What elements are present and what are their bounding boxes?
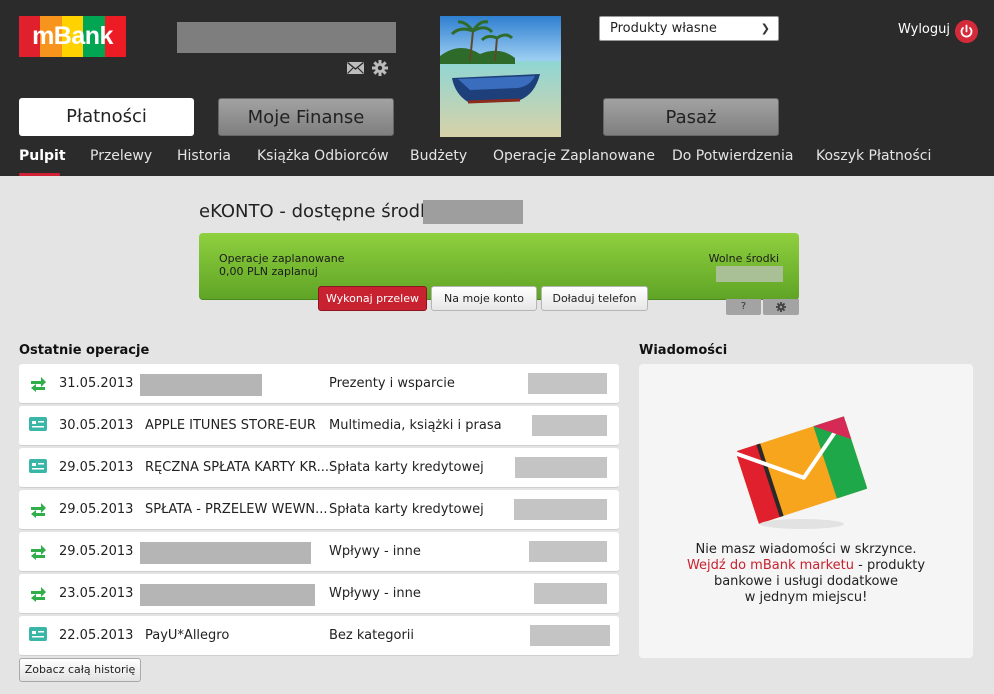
operation-amount-redacted — [530, 625, 610, 646]
operation-row[interactable]: 30.05.2013 APPLE ITUNES STORE-EUR Multim… — [19, 406, 619, 446]
operation-amount-redacted — [532, 415, 607, 436]
product-select-value: Produkty własne — [610, 21, 717, 36]
subnav-przelewy[interactable]: Przelewy — [90, 148, 152, 164]
operation-row[interactable]: 31.05.2013 Prezenty i wsparcie — [19, 364, 619, 404]
operation-date: 22.05.2013 — [59, 628, 134, 643]
beach-boat-photo — [440, 16, 561, 137]
subnav-historia[interactable]: Historia — [177, 148, 231, 164]
own-account-button[interactable]: Na moje konto — [431, 286, 537, 311]
planned-operations-label: Operacje zaplanowane — [219, 252, 345, 265]
operation-category: Spłata karty kredytowej — [329, 502, 484, 517]
logo-text: mBank — [32, 22, 113, 50]
subnav-koszyk-platnosci[interactable]: Koszyk Płatności — [816, 148, 931, 164]
subnav-pulpit[interactable]: Pulpit — [19, 148, 66, 164]
operation-category: Spłata karty kredytowej — [329, 460, 484, 475]
gear-icon[interactable] — [372, 60, 388, 76]
planned-operations-value[interactable]: 0,00 PLN zaplanuj — [219, 265, 318, 278]
chevron-down-icon: ❯ — [760, 22, 770, 35]
operation-date: 29.05.2013 — [59, 544, 134, 559]
operation-row[interactable]: 29.05.2013 SPŁATA - PRZELEW WEWN... Spła… — [19, 490, 619, 530]
messages-panel: Nie masz wiadomości w skrzynce. Wejdź do… — [639, 364, 973, 658]
tab-pasaz[interactable]: Pasaż — [603, 98, 779, 136]
operation-date: 31.05.2013 — [59, 376, 134, 391]
power-icon[interactable] — [955, 20, 978, 43]
card-icon — [29, 459, 47, 473]
no-messages-line-1: Nie masz wiadomości w skrzynce. — [695, 542, 917, 557]
mbank-market-link[interactable]: Wejdź do mBank marketu — [687, 558, 854, 573]
operation-date: 29.05.2013 — [59, 460, 134, 475]
phone-topup-button[interactable]: Doładuj telefon — [541, 286, 648, 311]
operation-category: Prezenty i wsparcie — [329, 376, 455, 391]
subnav-budzety[interactable]: Budżety — [410, 148, 467, 164]
operation-date: 30.05.2013 — [59, 418, 134, 433]
help-button[interactable]: ? — [726, 299, 761, 315]
operation-description-redacted — [140, 584, 315, 606]
no-messages-text: Nie masz wiadomości w skrzynce. Wejdź do… — [639, 542, 973, 606]
header: mBank Produkty własne ❯ Wyloguj Płatnośc… — [0, 0, 994, 176]
transfer-arrows-icon — [31, 545, 46, 560]
no-messages-line-4: w jednym miejscu! — [744, 590, 868, 605]
operation-description: PayU*Allegro — [145, 628, 230, 643]
no-messages-line-3: bankowe i usługi dodatkowe — [713, 574, 899, 589]
operation-row[interactable]: 29.05.2013 Wpływy - inne — [19, 532, 619, 572]
operation-description: APPLE ITUNES STORE-EUR — [145, 418, 316, 433]
free-funds-redacted — [716, 266, 783, 282]
balance-redacted — [423, 200, 523, 224]
operation-amount-redacted — [534, 583, 607, 604]
full-history-button[interactable]: Zobacz całą historię — [19, 658, 141, 682]
operation-description: SPŁATA - PRZELEW WEWN... — [145, 502, 328, 517]
operation-category: Wpływy - inne — [329, 586, 421, 601]
envelope-icon[interactable] — [347, 62, 364, 74]
operation-category: Wpływy - inne — [329, 544, 421, 559]
active-tab-underline — [19, 173, 60, 176]
subnav-ksiazka-odbiorcow[interactable]: Książka Odbiorców — [257, 148, 389, 164]
panel-settings-button[interactable] — [763, 299, 799, 315]
operation-description-redacted — [140, 542, 311, 564]
operation-date: 23.05.2013 — [59, 586, 134, 601]
make-transfer-button[interactable]: Wykonaj przelew — [318, 286, 427, 311]
card-icon — [29, 627, 47, 641]
product-select[interactable]: Produkty własne ❯ — [599, 16, 779, 41]
envelope-icon — [737, 416, 867, 529]
operation-row[interactable]: 23.05.2013 Wpływy - inne — [19, 574, 619, 614]
sub-navigation: Pulpit Przelewy Historia Książka Odbiorc… — [0, 148, 994, 176]
operation-row[interactable]: 29.05.2013 RĘCZNA SPŁATA KARTY KR... Spł… — [19, 448, 619, 488]
operation-row[interactable]: 22.05.2013 PayU*Allegro Bez kategorii — [19, 616, 619, 656]
recent-operations-heading: Ostatnie operacje — [19, 343, 150, 358]
transfer-arrows-icon — [31, 377, 46, 392]
mbank-logo[interactable]: mBank — [19, 16, 127, 57]
gear-icon — [776, 302, 786, 312]
operation-date: 29.05.2013 — [59, 502, 134, 517]
user-name-redacted — [177, 22, 396, 53]
free-funds-label: Wolne środki — [708, 252, 779, 265]
operation-description: RĘCZNA SPŁATA KARTY KR... — [145, 460, 329, 475]
account-title: eKONTO - dostępne środki — [199, 201, 436, 222]
card-icon — [29, 417, 47, 431]
subnav-do-potwierdzenia[interactable]: Do Potwierdzenia — [672, 148, 793, 164]
tab-moje-finanse[interactable]: Moje Finanse — [218, 98, 394, 136]
no-messages-line-2: - produkty — [854, 558, 926, 573]
logout-link[interactable]: Wyloguj — [898, 22, 950, 37]
transfer-arrows-icon — [31, 587, 46, 602]
operation-amount-redacted — [529, 541, 607, 562]
operation-category: Multimedia, książki i prasa — [329, 418, 502, 433]
transfer-arrows-icon — [31, 503, 46, 518]
operation-amount-redacted — [528, 373, 607, 394]
operation-amount-redacted — [514, 499, 607, 520]
messages-heading: Wiadomości — [639, 343, 728, 358]
operation-amount-redacted — [515, 457, 607, 478]
subnav-operacje-zaplanowane[interactable]: Operacje Zaplanowane — [493, 148, 655, 164]
operation-category: Bez kategorii — [329, 628, 415, 643]
tab-platnosci[interactable]: Płatności — [19, 98, 194, 136]
operation-description-redacted — [140, 374, 262, 396]
